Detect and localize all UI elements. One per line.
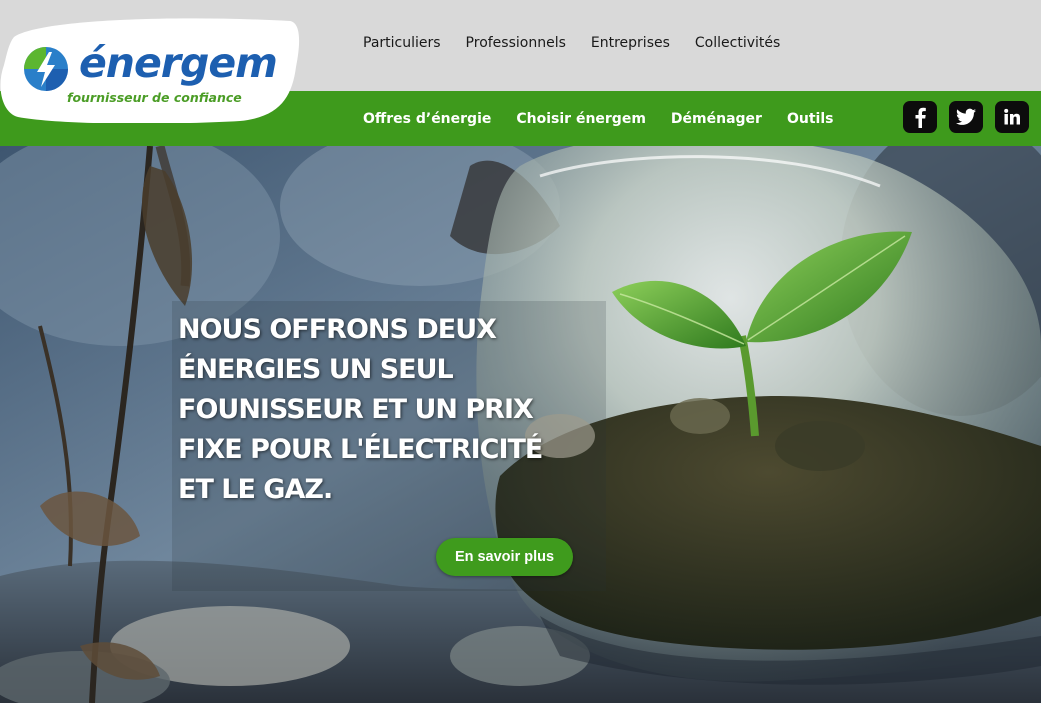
main-nav: Offres d’énergie Choisir énergem Déménag… [363, 111, 833, 127]
hero-headline-line: FOUNISSEUR ET UN PRIX [178, 394, 534, 425]
linkedin-icon [1004, 108, 1020, 125]
lightning-icon [24, 47, 68, 91]
logo-wordmark: énergem [79, 39, 278, 87]
hero-headline-line: FIXE POUR L'ÉLECTRICITÉ [178, 434, 543, 465]
audience-nav: Particuliers Professionnels Entreprises … [363, 35, 780, 51]
en-savoir-plus-button[interactable]: En savoir plus [436, 538, 573, 576]
twitter-button[interactable] [949, 101, 983, 133]
hero-banner: NOUS OFFRONS DEUX ÉNERGIES UN SEUL FOUNI… [0, 146, 1041, 703]
social-links [903, 101, 1029, 133]
logo-tagline: fournisseur de confiance [67, 90, 242, 105]
nav-demenager[interactable]: Déménager [671, 111, 762, 127]
twitter-icon [956, 108, 976, 125]
linkedin-button[interactable] [995, 101, 1029, 133]
hero-headline-line: ÉNERGIES UN SEUL [178, 354, 454, 385]
nav-particuliers[interactable]: Particuliers [363, 35, 441, 51]
facebook-icon [915, 107, 926, 128]
hero-headline: NOUS OFFRONS DEUX ÉNERGIES UN SEUL FOUNI… [178, 310, 598, 510]
nav-outils[interactable]: Outils [787, 111, 834, 127]
hero-headline-line: NOUS OFFRONS DEUX [178, 314, 497, 345]
energem-logo[interactable]: énergem fournisseur de confiance [0, 17, 300, 123]
nav-choisir-energem[interactable]: Choisir énergem [516, 111, 646, 127]
nav-collectivites[interactable]: Collectivités [695, 35, 780, 51]
facebook-button[interactable] [903, 101, 937, 133]
nav-offres-energie[interactable]: Offres d’énergie [363, 111, 491, 127]
nav-entreprises[interactable]: Entreprises [591, 35, 670, 51]
hero-headline-line: ET LE GAZ. [178, 474, 333, 505]
nav-professionnels[interactable]: Professionnels [466, 35, 566, 51]
